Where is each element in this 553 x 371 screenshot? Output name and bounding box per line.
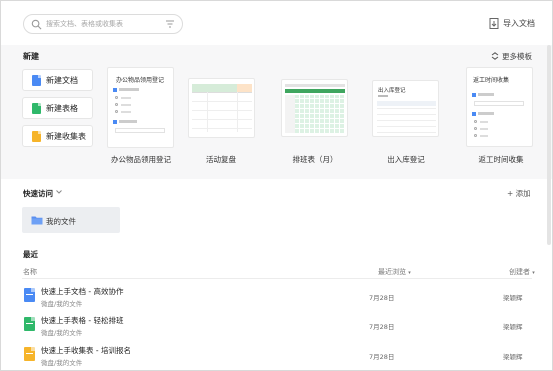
quick-access-title[interactable]: 快速访问 — [23, 188, 53, 199]
template-card-inventory[interactable]: 出入库登记 — [372, 80, 439, 137]
template-card-office-supplies[interactable]: 办公物品领用登记 — [107, 67, 174, 148]
add-quick-access-button[interactable]: + 添加 — [507, 188, 531, 199]
filter-icon[interactable] — [165, 19, 175, 29]
new-document-button[interactable]: 新建文档 — [22, 69, 93, 91]
recent-row-form[interactable]: 快速上手收集表 - 培训报名 微盘/我的文件 7月28日 梁颖辉 — [1, 341, 552, 371]
template-name-office-supplies: 办公物品领用登记 — [111, 155, 171, 164]
new-section-title: 新建 — [23, 52, 39, 61]
search-box[interactable]: 搜索文档、表格或收集表 — [23, 14, 183, 34]
template-card-shift-schedule[interactable] — [281, 79, 348, 137]
form-icon — [32, 131, 41, 142]
recent-title: 最近 — [23, 250, 38, 259]
template-card-activity-review[interactable] — [188, 78, 255, 138]
sheet-icon — [32, 103, 41, 114]
quick-access-folder-my-files[interactable]: 我的文件 — [22, 207, 120, 233]
column-header-creator[interactable]: 创建者 ▾ — [509, 267, 535, 277]
import-icon — [489, 18, 499, 29]
document-icon — [24, 288, 35, 302]
form-icon — [24, 347, 35, 361]
new-sheet-button[interactable]: 新建表格 — [22, 97, 93, 119]
template-name-return-time: 返工时间收集 — [478, 155, 524, 164]
document-icon — [32, 75, 41, 86]
new-form-button[interactable]: 新建收集表 — [22, 125, 93, 147]
recent-row-sheet[interactable]: 快速上手表格 - 轻松排班 微盘/我的文件 7月28日 梁颖辉 — [1, 311, 552, 341]
search-icon — [31, 19, 42, 30]
list-divider — [22, 278, 532, 279]
template-name-inventory: 出入库登记 — [387, 155, 425, 164]
chevron-down-icon[interactable] — [56, 190, 62, 194]
template-name-activity-review: 活动复盘 — [206, 155, 236, 164]
top-bar: 搜索文档、表格或收集表 导入文档 — [1, 1, 552, 45]
template-name-shift-schedule: 排班表（月） — [292, 155, 338, 164]
import-label: 导入文档 — [503, 19, 535, 28]
template-card-return-time[interactable]: 返工时间收集 — [466, 67, 533, 147]
sort-down-icon: ▾ — [532, 270, 535, 276]
sort-down-icon: ▾ — [408, 270, 411, 276]
swap-icon — [491, 52, 499, 60]
search-placeholder: 搜索文档、表格或收集表 — [46, 20, 123, 28]
column-header-name[interactable]: 名称 — [23, 267, 37, 277]
folder-icon — [31, 216, 43, 225]
column-header-recent[interactable]: 最近浏览 ▾ — [378, 267, 411, 277]
recent-row-doc[interactable]: 快速上手文档 - 高效协作 微盘/我的文件 7月28日 梁颖辉 — [1, 282, 552, 312]
sheet-icon — [24, 317, 35, 331]
scrollbar[interactable] — [547, 45, 551, 245]
